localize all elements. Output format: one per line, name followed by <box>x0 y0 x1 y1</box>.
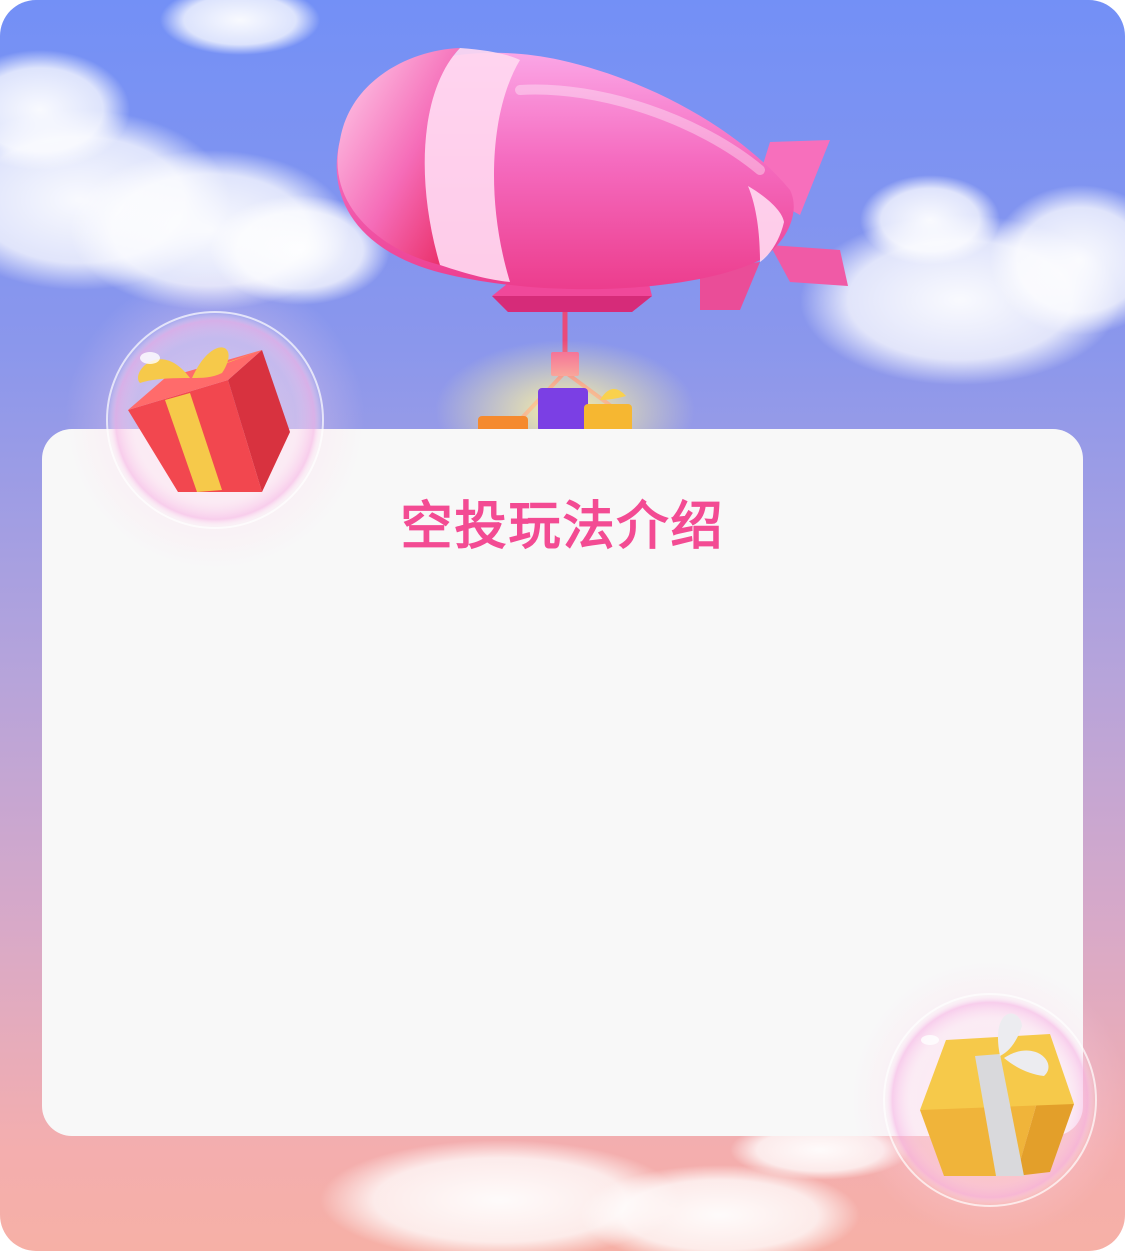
cloud-cluster-bottom <box>320 1120 910 1251</box>
popup-frame: 空投玩法介绍 <box>0 0 1125 1251</box>
cloud-cluster-left <box>0 0 390 310</box>
airship-illustration <box>336 48 848 480</box>
page-title: 空投玩法介绍 <box>400 497 725 557</box>
cloud-cluster-right <box>800 175 1125 385</box>
